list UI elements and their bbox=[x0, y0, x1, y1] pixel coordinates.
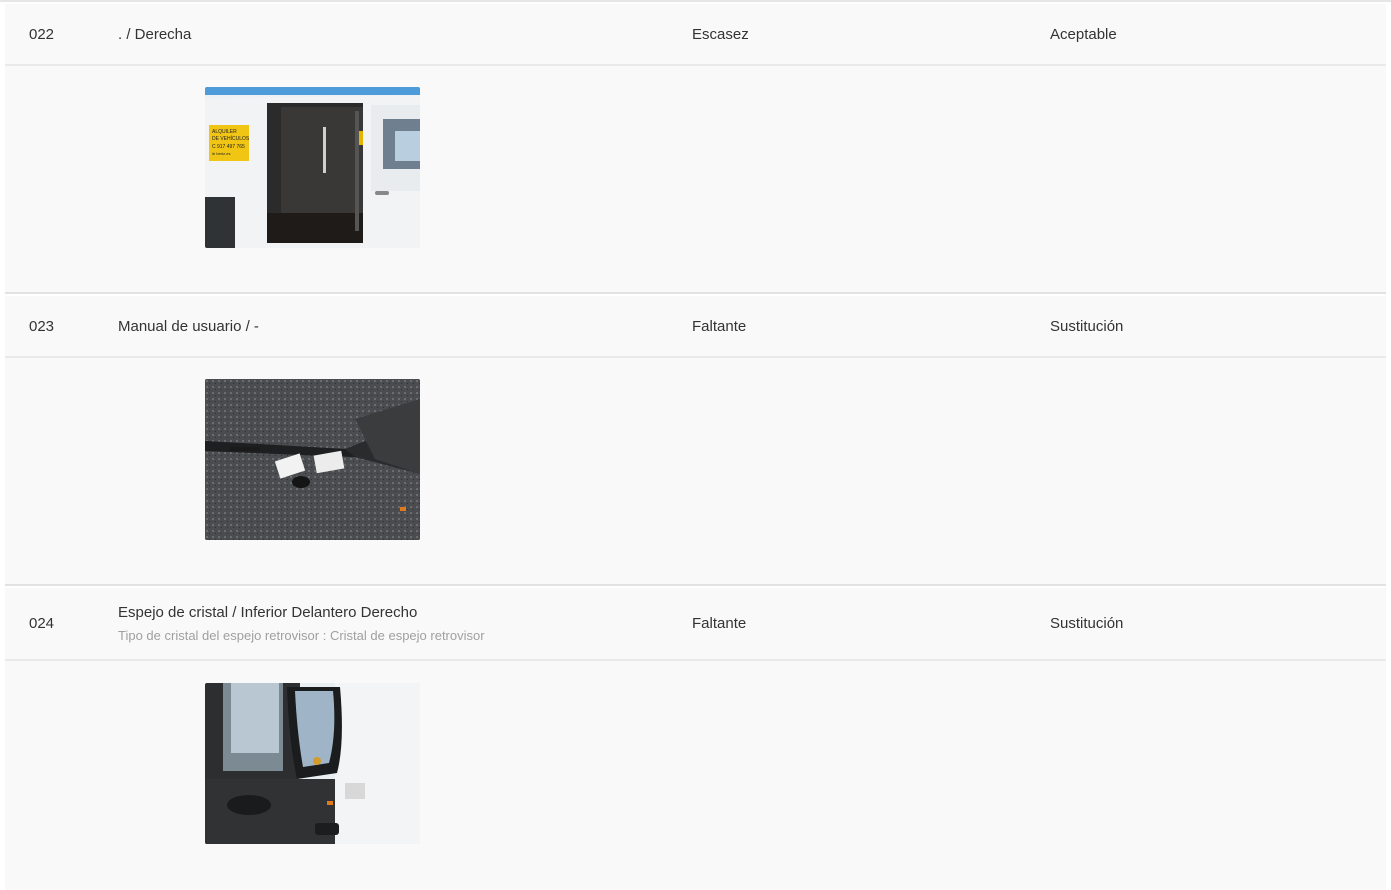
photo-gallery: ALQUILER DE VEHÍCULOS C 917 497 765 ib h… bbox=[5, 66, 1386, 294]
table-row: 024 Espejo de cristal / Inferior Delante… bbox=[5, 588, 1386, 661]
item-action: Aceptable bbox=[1050, 25, 1117, 43]
damage-item: 023 Manual de usuario / - Faltante Susti… bbox=[5, 296, 1386, 586]
van-side-door-photo-icon: ALQUILER DE VEHÍCULOS C 917 497 765 ib h… bbox=[205, 87, 420, 248]
inspection-list: 022 . / Derecha Escasez Aceptable ALQUIL… bbox=[0, 0, 1391, 890]
item-number: 022 bbox=[29, 25, 55, 43]
item-action: Sustitución bbox=[1050, 615, 1124, 632]
item-number: 023 bbox=[29, 317, 55, 335]
photo-gallery bbox=[5, 358, 1386, 586]
damage-photo[interactable] bbox=[205, 379, 420, 540]
divider bbox=[0, 0, 1391, 2]
damage-photo[interactable]: ALQUILER DE VEHÍCULOS C 917 497 765 ib h… bbox=[205, 87, 420, 248]
item-state: Escasez bbox=[692, 25, 749, 43]
item-number: 024 bbox=[29, 615, 55, 632]
damage-photo[interactable] bbox=[205, 683, 420, 844]
damage-item: 024 Espejo de cristal / Inferior Delante… bbox=[5, 588, 1386, 890]
sign-line-2: DE VEHÍCULOS bbox=[212, 135, 250, 142]
damage-item: 022 . / Derecha Escasez Aceptable ALQUIL… bbox=[5, 4, 1386, 294]
sign-line-3: C 917 497 765 bbox=[212, 144, 245, 150]
table-row: 022 . / Derecha Escasez Aceptable bbox=[5, 4, 1386, 66]
photo-gallery bbox=[5, 661, 1386, 890]
item-detail: Tipo de cristal del espejo retrovisor : … bbox=[118, 628, 485, 643]
sign-line-4: ib hertz.es bbox=[212, 151, 230, 156]
item-action: Sustitución bbox=[1050, 317, 1124, 335]
item-state: Faltante bbox=[692, 317, 747, 335]
item-description: Manual de usuario / - bbox=[118, 317, 259, 335]
sign-line-1: ALQUILER bbox=[212, 129, 237, 135]
side-mirror-photo-icon bbox=[205, 683, 420, 844]
van-seat-photo-icon bbox=[205, 379, 420, 540]
table-row: 023 Manual de usuario / - Faltante Susti… bbox=[5, 296, 1386, 358]
item-description: . / Derecha bbox=[118, 25, 192, 43]
item-description: Espejo de cristal / Inferior Delantero D… bbox=[118, 604, 418, 621]
item-state: Faltante bbox=[692, 615, 747, 632]
